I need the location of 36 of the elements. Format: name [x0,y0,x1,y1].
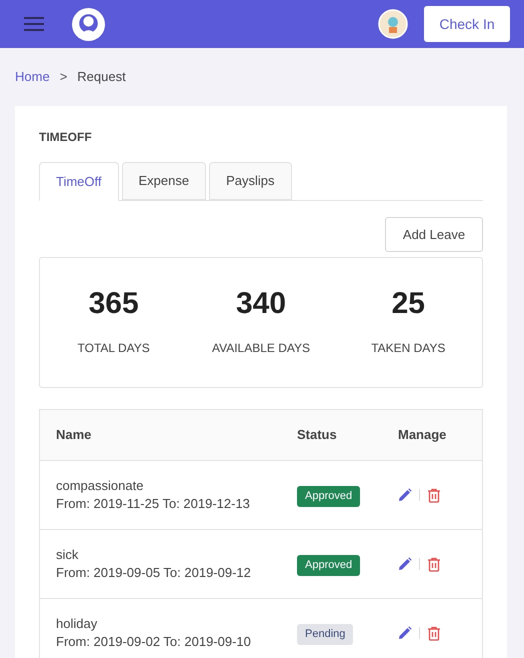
stat-value: 340 [236,288,286,318]
status-badge: Pending [297,624,354,644]
menu-icon[interactable] [24,17,44,31]
stat-value: 25 [392,288,425,318]
leave-dates: From: 2019-11-25 To: 2019-12-13 [56,495,251,513]
trash-icon[interactable] [427,556,441,572]
column-header: Status [297,426,338,444]
leave-type: sick [56,546,80,564]
leave-type: compassionate [56,477,144,495]
edit-icon[interactable] [398,557,412,571]
tab[interactable]: Expense [122,162,206,200]
column-header: Manage [398,426,448,444]
status-badge: Approved [297,555,360,576]
leave-type: holiday [56,615,98,633]
tab[interactable]: Payslips [209,162,292,200]
tab[interactable]: TimeOff [39,162,119,201]
check-in-button[interactable]: Check In [424,6,510,42]
leave-dates: From: 2019-09-05 To: 2019-09-12 [56,564,252,582]
edit-icon[interactable] [398,488,412,502]
breadcrumb-separator: > [60,68,68,86]
add-leave-button[interactable]: Add Leave [385,217,483,252]
edit-icon[interactable] [398,626,412,640]
stat-label: TOTAL DAYS [78,340,150,356]
stat-value: 365 [88,288,139,318]
trash-icon[interactable] [427,488,441,502]
stat-label: AVAILABLE DAYS [212,340,310,356]
section-title: TIMEOFF [39,129,93,146]
logo-icon [72,8,105,40]
breadcrumb-current: Request [77,68,126,86]
stat-label: TAKEN DAYS [371,340,446,356]
trash-icon[interactable] [427,626,441,640]
column-header: Name [55,426,92,444]
avatar-icon[interactable] [378,9,408,39]
leave-dates: From: 2019-09-02 To: 2019-09-10 [56,633,252,651]
home-link[interactable]: Home [15,67,50,87]
status-badge: Approved [297,486,360,506]
